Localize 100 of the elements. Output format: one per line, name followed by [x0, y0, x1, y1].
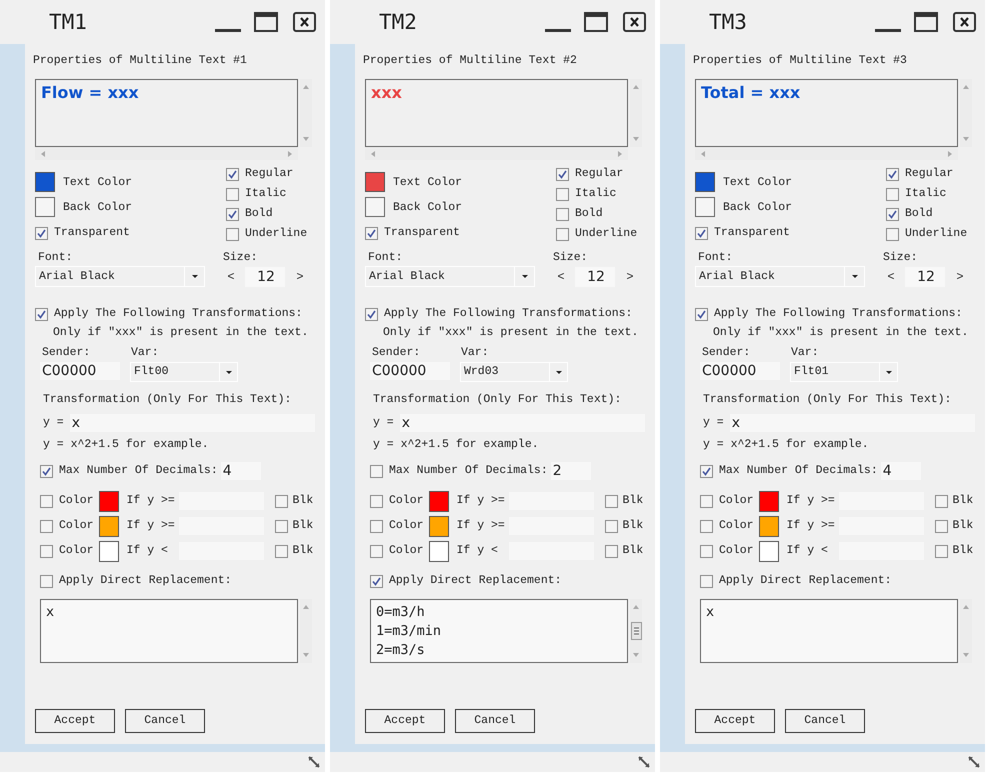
checkbox[interactable] — [274, 544, 288, 558]
color-swatch[interactable] — [758, 540, 779, 562]
color-swatch[interactable] — [365, 172, 385, 192]
checkbox[interactable] — [365, 226, 378, 240]
checkbox[interactable] — [370, 544, 383, 558]
variable-dropdown[interactable]: Flt01 — [790, 362, 898, 382]
checkbox[interactable] — [556, 208, 569, 220]
color-swatch[interactable] — [758, 516, 779, 536]
next-button[interactable]: > — [294, 268, 306, 286]
scroll-up-icon[interactable] — [303, 85, 309, 89]
font-dropdown[interactable]: Arial Black — [365, 266, 535, 287]
replacement-field[interactable]: x — [40, 599, 298, 663]
caret-icon[interactable] — [226, 370, 232, 374]
checkbox[interactable] — [226, 208, 239, 220]
cancel-button[interactable]: Cancel — [455, 709, 535, 733]
scroll-up-icon[interactable] — [963, 85, 969, 89]
caret-icon[interactable] — [556, 370, 562, 374]
checkbox[interactable] — [886, 228, 899, 240]
checkbox[interactable] — [886, 188, 899, 200]
scroll-down-icon[interactable] — [963, 653, 969, 657]
color-swatch[interactable] — [35, 197, 55, 217]
scroll-right-icon[interactable] — [618, 150, 622, 156]
scroll-down-icon[interactable] — [303, 137, 309, 141]
scroll-down-icon[interactable] — [303, 653, 309, 657]
text-preview[interactable]: Total = xxx — [695, 79, 958, 147]
checkbox[interactable] — [274, 520, 288, 532]
checkbox[interactable] — [226, 228, 239, 240]
scroll-down-icon[interactable] — [633, 137, 639, 141]
checkbox[interactable] — [604, 520, 618, 532]
scrollbar[interactable] — [365, 147, 628, 160]
checkbox[interactable] — [700, 544, 713, 558]
checkbox[interactable] — [700, 464, 713, 478]
checkbox[interactable] — [370, 464, 383, 478]
formula-field[interactable]: x — [730, 414, 975, 432]
decimals-field[interactable]: 2 — [550, 462, 591, 480]
scroll-up-icon[interactable] — [633, 85, 639, 89]
checkbox[interactable] — [934, 520, 948, 532]
checkbox[interactable] — [40, 494, 53, 508]
checkbox[interactable] — [365, 308, 378, 320]
checkbox[interactable] — [604, 494, 618, 508]
scroll-down-icon[interactable] — [633, 653, 639, 657]
checkbox[interactable] — [35, 308, 48, 320]
caret-icon[interactable] — [522, 275, 528, 278]
previous-button[interactable]: < — [225, 268, 237, 286]
color-swatch[interactable] — [428, 540, 449, 562]
scrollbar[interactable] — [960, 599, 972, 663]
font-dropdown[interactable]: Arial Black — [35, 266, 205, 287]
maximize-icon[interactable] — [914, 12, 938, 32]
formula-field[interactable]: x — [70, 414, 315, 432]
checkbox[interactable] — [40, 574, 53, 588]
maximize-icon[interactable] — [254, 12, 278, 32]
checkbox[interactable] — [934, 544, 948, 558]
resize-grip-icon[interactable] — [968, 756, 980, 768]
previous-button[interactable]: < — [885, 268, 897, 286]
color-swatch[interactable] — [695, 172, 715, 192]
checkbox[interactable] — [886, 208, 899, 220]
replacement-field[interactable]: x — [700, 599, 958, 663]
scrollbar[interactable] — [300, 599, 312, 663]
scroll-down-icon[interactable] — [963, 137, 969, 141]
checkbox[interactable] — [556, 228, 569, 240]
color-swatch[interactable] — [695, 197, 715, 217]
scrollbar[interactable] — [300, 79, 312, 147]
accept-button[interactable]: Accept — [35, 709, 115, 733]
caret-icon[interactable] — [886, 370, 892, 374]
scrollbar[interactable] — [960, 79, 972, 147]
color-swatch[interactable] — [428, 516, 449, 536]
caret-icon[interactable] — [192, 275, 198, 278]
checkbox[interactable] — [886, 168, 899, 180]
checkbox[interactable] — [700, 574, 713, 588]
checkbox[interactable] — [700, 520, 713, 532]
sender-field[interactable]: C00000 — [370, 362, 450, 380]
variable-dropdown[interactable]: Wrd03 — [460, 362, 568, 382]
checkbox[interactable] — [226, 168, 239, 180]
scrollbar[interactable] — [630, 599, 642, 663]
size-field[interactable]: 12 — [575, 266, 615, 286]
color-swatch[interactable] — [365, 197, 385, 217]
color-swatch[interactable] — [98, 490, 119, 512]
text-preview[interactable]: Flow = xxx — [35, 79, 298, 147]
checkbox[interactable] — [40, 464, 53, 478]
scrollbar[interactable] — [630, 79, 642, 147]
scroll-thumb[interactable] — [630, 622, 642, 640]
checkbox[interactable] — [556, 188, 569, 200]
checkbox[interactable] — [556, 168, 569, 180]
checkbox[interactable] — [370, 494, 383, 508]
checkbox[interactable] — [934, 494, 948, 508]
color-swatch[interactable] — [98, 540, 119, 562]
scroll-up-icon[interactable] — [303, 605, 309, 609]
replacement-field[interactable]: 0=m3/h 1=m3/min 2=m3/s — [370, 599, 628, 663]
decimals-field[interactable]: 4 — [880, 462, 921, 480]
scroll-up-icon[interactable] — [963, 605, 969, 609]
color-swatch[interactable] — [758, 490, 779, 512]
scrollbar[interactable] — [695, 147, 958, 160]
checkbox[interactable] — [370, 520, 383, 532]
decimals-field[interactable]: 4 — [220, 462, 261, 480]
checkbox[interactable] — [226, 188, 239, 200]
resize-grip-icon[interactable] — [308, 756, 320, 768]
checkbox[interactable] — [695, 226, 708, 240]
checkbox[interactable] — [700, 494, 713, 508]
color-swatch[interactable] — [98, 516, 119, 536]
accept-button[interactable]: Accept — [695, 709, 775, 733]
